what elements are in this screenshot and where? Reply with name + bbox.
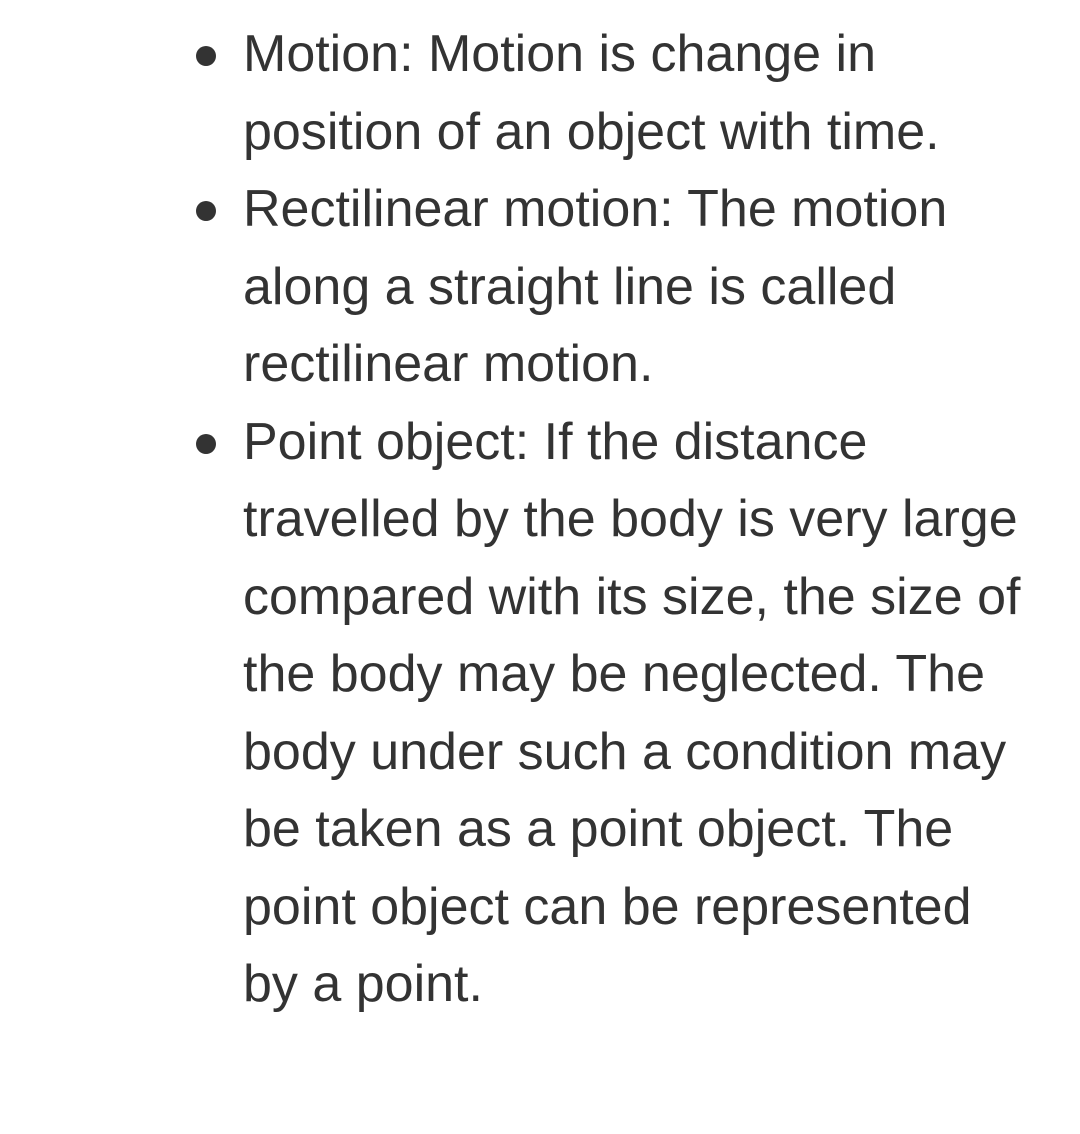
list-item-text: Motion: Motion is change in position of … [243,25,940,161]
list-item-text: Rectilinear motion: The motion along a s… [243,180,948,393]
bullet-icon [196,201,216,221]
bullet-icon [196,46,216,66]
bullet-icon [196,433,216,454]
list-item-text: Point object: If the distance travelled … [243,412,1021,1014]
list-item-motion: Motion: Motion is change in position of … [0,16,1080,171]
list-item-point-object: Point object: If the distance travelled … [0,404,1080,1024]
document-content: Motion: Motion is change in position of … [0,16,1080,1024]
bullet-list: Motion: Motion is change in position of … [0,16,1080,1024]
list-item-rectilinear-motion: Rectilinear motion: The motion along a s… [0,171,1080,404]
